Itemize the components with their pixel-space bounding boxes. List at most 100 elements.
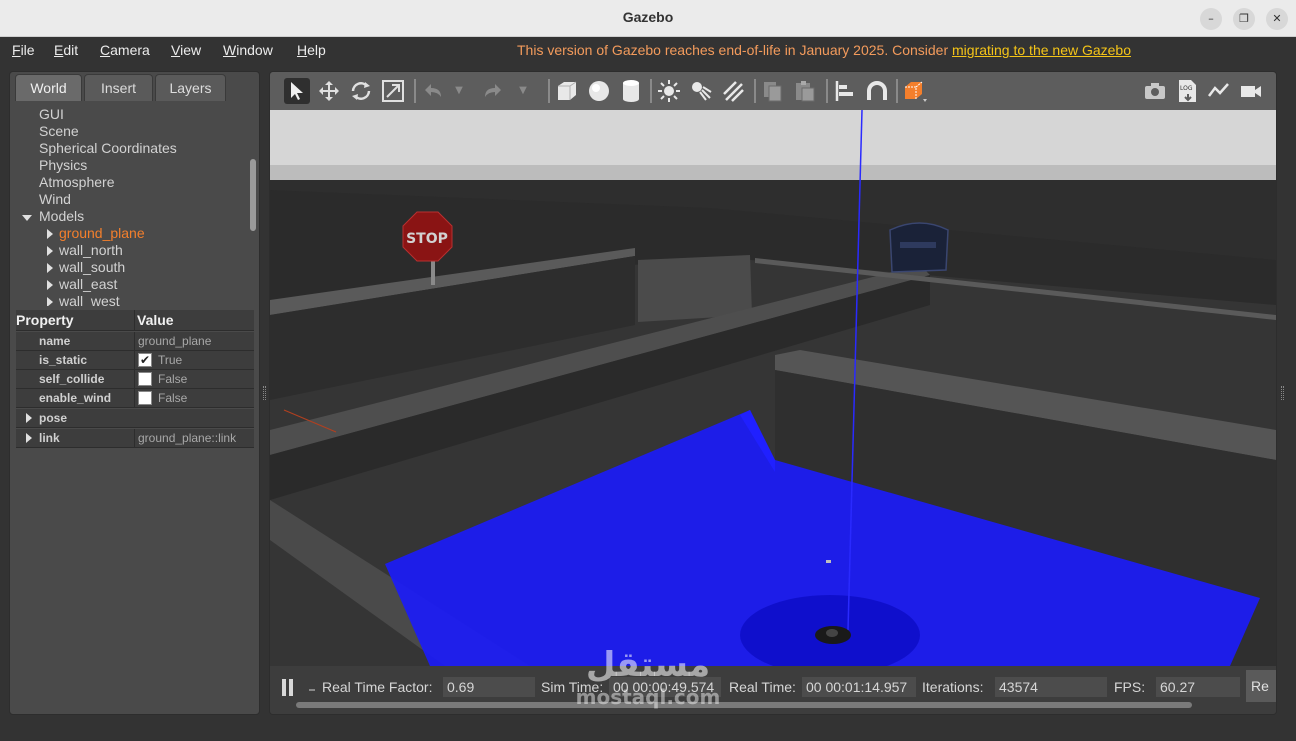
tab-layers[interactable]: Layers [155, 74, 226, 101]
rotate-icon[interactable] [348, 78, 374, 104]
tree-item-models[interactable]: Models [39, 208, 84, 224]
box-icon[interactable] [554, 78, 580, 104]
property-row-name[interactable]: name ground_plane [16, 332, 254, 351]
window-title-bar: Gazebo – ❐ ✕ [0, 0, 1296, 37]
snap-icon[interactable] [864, 78, 890, 104]
scene-viewport[interactable]: STOP [270, 110, 1276, 666]
align-icon[interactable] [832, 78, 858, 104]
tree-item-gui[interactable]: GUI [39, 106, 64, 122]
undo-icon[interactable] [420, 78, 446, 104]
tree-model-wall-south[interactable]: wall_south [59, 259, 125, 275]
fps-label: FPS: [1114, 679, 1146, 695]
property-header-label: Property [16, 312, 74, 328]
is-static-checkbox[interactable]: ✔ [138, 353, 152, 367]
select-icon[interactable] [284, 78, 310, 104]
tree-model-ground-plane[interactable]: ground_plane [59, 225, 145, 241]
expand-arrow-icon[interactable] [47, 229, 53, 239]
expand-arrow-icon[interactable] [47, 263, 53, 273]
menu-file[interactable]: File [12, 42, 35, 58]
reset-time-button[interactable]: Re [1246, 670, 1276, 702]
column-divider [134, 429, 135, 448]
value-header-label: Value [137, 312, 174, 328]
toolbar-separator [896, 79, 898, 103]
expand-arrow-icon[interactable] [47, 297, 53, 306]
real-time-value: 00 00:01:14.957 [802, 677, 916, 697]
pause-icon-bar[interactable] [289, 679, 293, 696]
property-header: Property Value [16, 310, 254, 331]
undo-history-chevron-icon[interactable]: ▼ [452, 78, 466, 104]
fps-value: 60.27 [1156, 677, 1240, 697]
copy-icon[interactable] [760, 78, 786, 104]
small-object-model[interactable] [826, 560, 831, 563]
sphere-icon[interactable] [586, 78, 612, 104]
tab-world[interactable]: World [15, 74, 82, 101]
toolbar-separator [414, 79, 416, 103]
menu-window[interactable]: Window [223, 42, 273, 58]
iterations-label: Iterations: [922, 679, 984, 695]
tree-item-scene[interactable]: Scene [39, 123, 79, 139]
right-splitter-handle[interactable] [1281, 386, 1284, 400]
left-splitter-handle[interactable] [263, 386, 266, 400]
tree-model-wall-east[interactable]: wall_east [59, 276, 117, 292]
video-record-icon[interactable] [1238, 78, 1264, 104]
property-value[interactable]: ground_plane [138, 334, 211, 348]
view-angle-icon[interactable] [902, 78, 928, 104]
minimize-button[interactable]: – [1200, 8, 1222, 30]
self-collide-checkbox[interactable] [138, 372, 152, 386]
eol-notice: This version of Gazebo reaches end-of-li… [517, 42, 1131, 58]
property-value: False [158, 391, 188, 405]
property-row-pose[interactable]: pose [16, 409, 254, 428]
column-divider [134, 389, 135, 408]
property-value: True [158, 353, 183, 367]
horizontal-scrollbar[interactable] [296, 702, 1192, 708]
stop-sign-pole [431, 260, 435, 285]
property-row-enable-wind[interactable]: enable_wind False [16, 389, 254, 408]
property-value[interactable]: ground_plane::link [138, 431, 236, 445]
maximize-button[interactable]: ❐ [1233, 8, 1255, 30]
spot-light-icon[interactable] [688, 78, 714, 104]
tree-item-spherical-coordinates[interactable]: Spherical Coordinates [39, 140, 177, 156]
toolbar: ▼ ▼ LOG [270, 72, 1276, 110]
tree-model-wall-west[interactable]: wall_west [59, 293, 120, 306]
expand-arrow-icon[interactable] [47, 246, 53, 256]
property-key: enable_wind [39, 391, 112, 405]
property-key: link [39, 431, 60, 445]
menu-view[interactable]: View [171, 42, 201, 58]
expand-models-icon[interactable] [22, 215, 32, 221]
screenshot-icon[interactable] [1142, 78, 1168, 104]
directional-light-icon[interactable] [720, 78, 746, 104]
step-icon[interactable] [309, 689, 315, 691]
expand-arrow-icon[interactable] [26, 413, 32, 423]
toolbar-separator [650, 79, 652, 103]
menu-help[interactable]: Help [297, 42, 326, 58]
property-row-link[interactable]: link ground_plane::link [16, 429, 254, 448]
log-icon[interactable]: LOG [1174, 78, 1200, 104]
redo-history-chevron-icon[interactable]: ▼ [516, 78, 530, 104]
close-button[interactable]: ✕ [1266, 8, 1288, 30]
property-row-is-static[interactable]: is_static ✔ True [16, 351, 254, 370]
tab-insert[interactable]: Insert [84, 74, 153, 101]
tree-scrollbar[interactable] [250, 159, 256, 231]
point-light-icon[interactable] [656, 78, 682, 104]
status-bar: Real Time Factor: 0.69 Sim Time: 00 00:0… [270, 666, 1276, 714]
paste-icon[interactable] [792, 78, 818, 104]
pause-icon[interactable] [282, 679, 286, 696]
tree-item-physics[interactable]: Physics [39, 157, 87, 173]
tree-item-wind[interactable]: Wind [39, 191, 71, 207]
enable-wind-checkbox[interactable] [138, 391, 152, 405]
tree-model-wall-north[interactable]: wall_north [59, 242, 123, 258]
expand-arrow-icon[interactable] [47, 280, 53, 290]
tree-item-atmosphere[interactable]: Atmosphere [39, 174, 114, 190]
column-divider [134, 310, 135, 331]
cylinder-icon[interactable] [618, 78, 644, 104]
expand-arrow-icon[interactable] [26, 433, 32, 443]
migration-link[interactable]: migrating to the new Gazebo [952, 42, 1131, 58]
scale-icon[interactable] [380, 78, 406, 104]
translate-icon[interactable] [316, 78, 342, 104]
plot-icon[interactable] [1206, 78, 1232, 104]
menu-camera[interactable]: Camera [100, 42, 150, 58]
redo-icon[interactable] [480, 78, 506, 104]
block-model[interactable] [638, 255, 752, 322]
property-row-self-collide[interactable]: self_collide False [16, 370, 254, 389]
menu-edit[interactable]: Edit [54, 42, 78, 58]
